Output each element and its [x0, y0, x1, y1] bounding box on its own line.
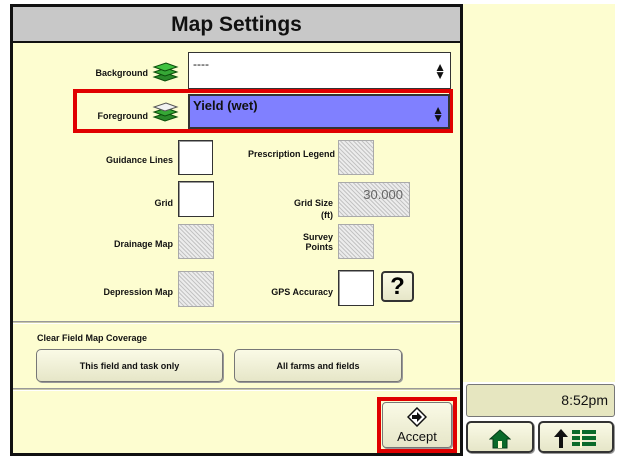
menu-button[interactable] — [538, 421, 614, 453]
map-settings-dialog: Map Settings Background ---- ▲ ▼ Foregrou… — [10, 4, 463, 456]
prescription-legend-checkbox-disabled — [338, 140, 374, 175]
clear-coverage-heading: Clear Field Map Coverage — [37, 333, 148, 343]
select-arrows-icon: ▲ ▼ — [432, 103, 444, 125]
depression-map-label: Depression Map — [103, 287, 173, 297]
accept-button[interactable]: Accept — [382, 402, 452, 448]
foreground-label: Foreground — [97, 111, 149, 121]
grid-label: Grid — [154, 198, 173, 208]
survey-points-label-line2: Points — [305, 242, 333, 252]
foreground-layers-icon[interactable] — [150, 99, 180, 125]
home-button[interactable] — [466, 421, 534, 453]
background-layers-icon[interactable] — [150, 59, 180, 85]
gps-accuracy-label: GPS Accuracy — [271, 287, 333, 297]
prescription-legend-label: Prescription Legend — [247, 149, 335, 159]
side-panel — [463, 4, 615, 382]
grid-checkbox[interactable] — [178, 181, 214, 217]
background-select-value: ---- — [193, 57, 209, 71]
section-divider — [13, 321, 460, 324]
grid-size-label-line2: (ft) — [321, 210, 333, 220]
guidance-lines-label: Guidance Lines — [105, 155, 173, 165]
foreground-select[interactable]: Yield (wet) ▲ ▼ — [188, 94, 450, 129]
survey-points-label: Survey Points — [253, 232, 333, 252]
up-arrow-menu-icon — [554, 429, 596, 448]
home-icon — [488, 429, 512, 449]
drainage-map-checkbox-disabled — [178, 224, 214, 259]
section-divider — [13, 388, 460, 391]
drainage-map-label: Drainage Map — [113, 239, 173, 249]
gps-accuracy-help-button[interactable]: ? — [381, 271, 414, 302]
clear-all-farms-button[interactable]: All farms and fields — [234, 349, 402, 382]
select-arrows-icon: ▲ ▼ — [434, 60, 446, 82]
grid-size-label-line1: Grid Size — [293, 198, 333, 208]
grid-size-label: Grid Size (ft) — [253, 198, 333, 220]
grid-size-field-disabled: 30.000 — [338, 182, 410, 217]
survey-points-label-line1: Survey — [302, 232, 333, 242]
dialog-title: Map Settings — [13, 7, 460, 43]
clock-display: 8:52pm — [466, 384, 615, 417]
accept-label: Accept — [397, 429, 437, 444]
background-select[interactable]: ---- ▲ ▼ — [188, 52, 451, 89]
survey-points-checkbox-disabled — [338, 224, 374, 259]
gps-accuracy-checkbox[interactable] — [338, 270, 374, 306]
depression-map-checkbox-disabled — [178, 271, 214, 307]
clear-this-field-button[interactable]: This field and task only — [36, 349, 223, 382]
foreground-select-value: Yield (wet) — [193, 98, 258, 113]
accept-arrow-icon — [383, 407, 451, 427]
background-label: Background — [95, 68, 148, 78]
guidance-lines-checkbox[interactable] — [178, 140, 213, 175]
